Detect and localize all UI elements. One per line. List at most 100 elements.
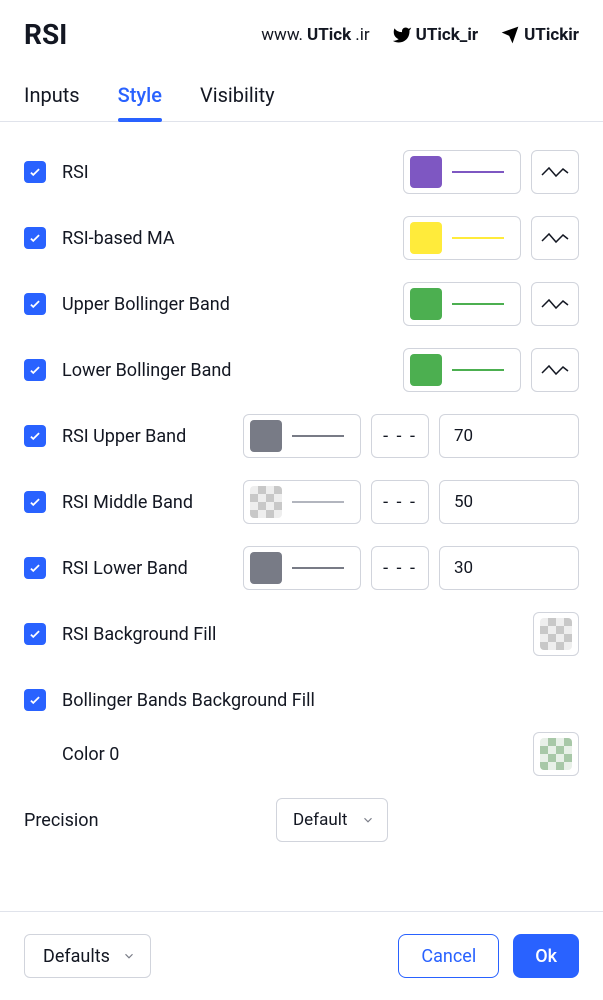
checkbox-lower-bb[interactable]	[24, 359, 46, 381]
line-style-icon	[541, 165, 569, 179]
check-icon	[28, 363, 42, 377]
line-preview-rsi-ma	[452, 237, 504, 239]
chevron-down-icon	[122, 949, 136, 963]
check-icon	[28, 495, 42, 509]
checkbox-bb-bg[interactable]	[24, 689, 46, 711]
color-rsi-bg[interactable]	[533, 612, 579, 656]
twitter-icon	[392, 25, 412, 45]
check-icon	[28, 627, 42, 641]
plot-style-rsi[interactable]	[531, 150, 579, 194]
label-color0: Color 0	[62, 744, 533, 765]
footer: Defaults Cancel Ok	[0, 911, 603, 1000]
check-icon	[28, 297, 42, 311]
label-rsi-upper: RSI Upper Band	[62, 426, 243, 447]
color-color0[interactable]	[533, 732, 579, 776]
telegram-icon	[500, 25, 520, 45]
tab-visibility[interactable]: Visibility	[200, 83, 275, 121]
website-post: .ir	[355, 25, 369, 45]
dash-style-rsi-middle[interactable]: - - -	[371, 480, 429, 524]
row-bb-bg: Bollinger Bands Background Fill	[24, 678, 579, 722]
line-style-icon	[541, 363, 569, 377]
telegram-handle: UTickir	[524, 25, 579, 45]
row-rsi-upper: RSI Upper Band - - -	[24, 414, 579, 458]
label-rsi-ma: RSI-based MA	[62, 228, 403, 249]
plot-style-lower-bb[interactable]	[531, 348, 579, 392]
tab-style[interactable]: Style	[118, 83, 162, 121]
tabs: Inputs Style Visibility	[0, 51, 603, 122]
color-line-rsi-ma[interactable]	[403, 216, 521, 260]
line-style-icon	[541, 297, 569, 311]
indicator-title: RSI	[24, 18, 67, 51]
swatch-color0	[540, 738, 572, 770]
social-links: www.UTick.ir UTick_ir UTickir	[261, 25, 579, 45]
line-preview-upper-bb	[452, 303, 504, 305]
color-line-rsi[interactable]	[403, 150, 521, 194]
ok-button[interactable]: Ok	[513, 934, 579, 978]
swatch-rsi-ma	[410, 222, 442, 254]
check-icon	[28, 429, 42, 443]
row-rsi-ma: RSI-based MA	[24, 216, 579, 260]
swatch-rsi-lower	[250, 552, 282, 584]
label-rsi-middle: RSI Middle Band	[62, 492, 243, 513]
telegram-link[interactable]: UTickir	[500, 25, 579, 45]
select-precision[interactable]: Default	[276, 798, 388, 842]
row-rsi-middle: RSI Middle Band - - -	[24, 480, 579, 524]
label-rsi: RSI	[62, 162, 403, 183]
website-link[interactable]: www.UTick.ir	[261, 25, 369, 45]
color-line-rsi-middle[interactable]	[243, 480, 361, 524]
defaults-button[interactable]: Defaults	[24, 934, 151, 978]
plot-style-rsi-ma[interactable]	[531, 216, 579, 260]
checkbox-rsi-middle[interactable]	[24, 491, 46, 513]
label-upper-bb: Upper Bollinger Band	[62, 294, 403, 315]
website-pre: www.	[261, 25, 303, 45]
color-line-lower-bb[interactable]	[403, 348, 521, 392]
row-lower-bb: Lower Bollinger Band	[24, 348, 579, 392]
checkbox-rsi-upper[interactable]	[24, 425, 46, 447]
swatch-lower-bb	[410, 354, 442, 386]
twitter-link[interactable]: UTick_ir	[392, 25, 478, 45]
header: RSI www.UTick.ir UTick_ir UTickir	[0, 0, 603, 51]
color-line-rsi-upper[interactable]	[243, 414, 361, 458]
label-lower-bb: Lower Bollinger Band	[62, 360, 403, 381]
line-preview-rsi-middle	[292, 501, 344, 503]
row-upper-bb: Upper Bollinger Band	[24, 282, 579, 326]
label-rsi-bg: RSI Background Fill	[62, 624, 533, 645]
checkbox-rsi-ma[interactable]	[24, 227, 46, 249]
check-icon	[28, 693, 42, 707]
check-icon	[28, 231, 42, 245]
row-rsi-lower: RSI Lower Band - - -	[24, 546, 579, 590]
check-icon	[28, 561, 42, 575]
line-preview-rsi	[452, 171, 504, 173]
line-preview-rsi-upper	[292, 435, 344, 437]
plot-style-upper-bb[interactable]	[531, 282, 579, 326]
color-line-rsi-lower[interactable]	[243, 546, 361, 590]
value-rsi-lower[interactable]	[439, 546, 579, 590]
value-rsi-middle[interactable]	[439, 480, 579, 524]
line-style-icon	[541, 231, 569, 245]
checkbox-rsi[interactable]	[24, 161, 46, 183]
label-precision: Precision	[24, 810, 276, 831]
dash-style-rsi-upper[interactable]: - - -	[371, 414, 429, 458]
tab-inputs[interactable]: Inputs	[24, 83, 80, 121]
defaults-label: Defaults	[43, 946, 110, 967]
value-rsi-upper[interactable]	[439, 414, 579, 458]
color-line-upper-bb[interactable]	[403, 282, 521, 326]
swatch-rsi-middle	[250, 486, 282, 518]
label-rsi-lower: RSI Lower Band	[62, 558, 243, 579]
chevron-down-icon	[361, 813, 375, 827]
twitter-handle: UTick_ir	[416, 25, 478, 45]
precision-value: Default	[293, 810, 347, 830]
label-bb-bg: Bollinger Bands Background Fill	[62, 690, 579, 711]
swatch-rsi	[410, 156, 442, 188]
style-panel: RSI RSI-based MA	[0, 122, 603, 862]
swatch-upper-bb	[410, 288, 442, 320]
cancel-button[interactable]: Cancel	[398, 934, 499, 978]
checkbox-rsi-bg[interactable]	[24, 623, 46, 645]
check-icon	[28, 165, 42, 179]
dash-style-rsi-lower[interactable]: - - -	[371, 546, 429, 590]
checkbox-rsi-lower[interactable]	[24, 557, 46, 579]
row-color0: Color 0	[24, 732, 579, 776]
swatch-rsi-bg	[540, 618, 572, 650]
checkbox-upper-bb[interactable]	[24, 293, 46, 315]
swatch-rsi-upper	[250, 420, 282, 452]
